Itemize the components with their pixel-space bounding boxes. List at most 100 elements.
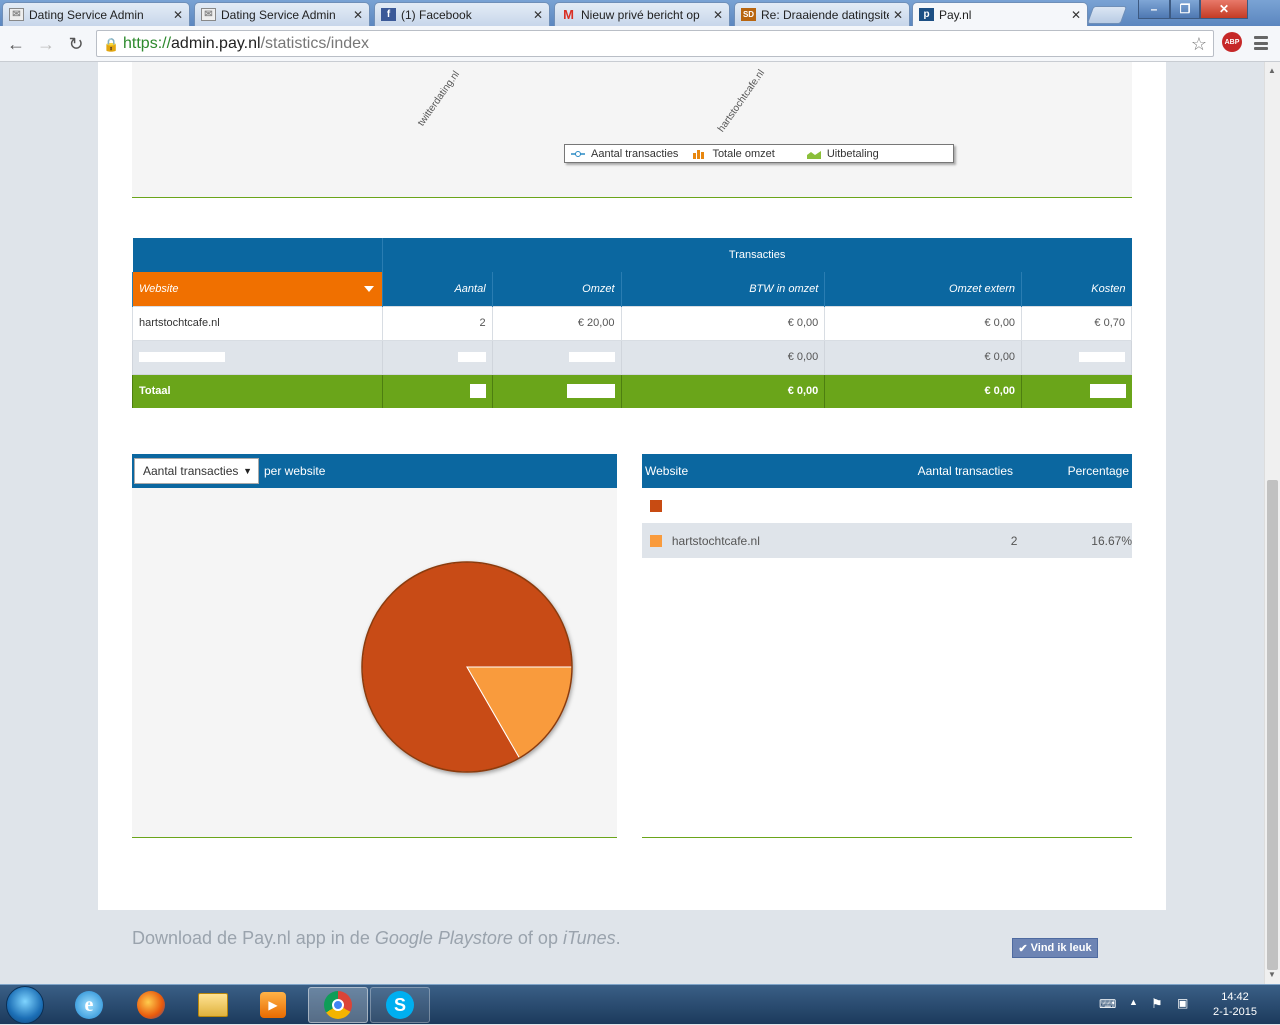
browser-toolbar: ← → ↻ 🔒 https:// admin.pay.nl /statistic… [0,26,1280,62]
column-header-omzet-extern[interactable]: Omzet extern [824,272,1022,306]
totaal-btw: € 0,00 [620,374,825,408]
adblock-plus-icon[interactable]: ABP [1222,32,1242,52]
column-header-omzet[interactable]: Omzet [491,272,622,306]
table-corner [132,238,383,272]
close-icon[interactable]: ✕ [533,8,543,22]
taskbar-internet-explorer[interactable]: e [62,987,116,1023]
taskbar-explorer[interactable] [186,987,240,1023]
tab-title: (1) Facebook [401,7,472,22]
tab-facebook[interactable]: f (1) Facebook ✕ [374,2,550,26]
close-icon[interactable]: ✕ [893,8,903,22]
tab-title: Nieuw privé bericht op [581,7,700,22]
header-percentage: Percentage [1067,464,1129,478]
site-breakdown-header: Website Aantal transacties Percentage [642,454,1132,488]
taskbar-media-player[interactable]: ▶ [246,987,300,1023]
facebook-like-button[interactable]: ✔ Vind ik leuk [1012,938,1098,958]
keyboard-icon[interactable]: ⌨ [1099,997,1116,1011]
tab-title: Dating Service Admin [221,7,336,22]
app-download-text: Download de Pay.nl app in de Google Play… [132,928,621,949]
new-tab-button[interactable] [1086,6,1128,24]
start-button[interactable] [6,986,44,1024]
column-header-kosten[interactable]: Kosten [1021,272,1132,306]
reload-button[interactable]: ↻ [64,32,88,56]
website-header-label: Website [139,282,179,295]
chart-legend: Aantal transacties Totale omzet Uitbetal… [564,144,954,163]
header-aantal-transacties: Aantal transacties [917,464,1013,478]
paynl-icon: p [919,8,934,21]
list-item: hartstochtcafe.nl 2 16.67% [642,523,1132,558]
url-host: admin.pay.nl [171,34,261,52]
cell-btw: € 0,00 [620,339,826,375]
column-header-aantal[interactable]: Aantal [381,272,493,306]
cell-site: hartstochtcafe.nl [132,305,383,341]
close-icon[interactable]: ✕ [713,8,723,22]
cell-omzet-redacted [491,339,622,375]
forward-button[interactable]: → [34,32,58,56]
tray-expand-icon[interactable]: ▲ [1129,997,1138,1007]
page-scrollbar[interactable]: ▲ ▼ [1264,62,1280,984]
footer-text: of op [512,928,563,948]
restore-button[interactable]: ❐ [1170,0,1200,19]
table-row: € 0,00 € 0,00 [132,339,1132,375]
column-header-btw[interactable]: BTW in omzet [620,272,825,306]
tab-dating-service-admin-1[interactable]: ✉ Dating Service Admin ✕ [2,2,190,26]
bookmark-star-icon[interactable]: ☆ [1191,34,1207,55]
cell-kosten-redacted [1021,339,1132,375]
lock-icon: 🔒 [103,36,120,52]
totaal-label: Totaal [132,374,383,408]
url-scheme: https:// [123,34,172,52]
close-icon[interactable]: ✕ [353,8,363,22]
network-icon[interactable]: ▣ [1177,996,1188,1010]
page-viewport: twitterdating.nl hartstochtcafe.nl Aanta… [0,62,1264,984]
action-center-flag-icon[interactable]: ⚑ [1151,996,1163,1012]
back-button[interactable]: ← [4,32,28,56]
close-icon[interactable]: ✕ [173,8,183,22]
legend-item-aantal-transacties[interactable]: Aantal transacties [571,148,678,160]
totaal-aantal-redacted [381,374,493,408]
cell-site-redacted [132,339,383,375]
clock-time: 14:42 [1221,991,1249,1003]
footer-text: . [615,928,621,948]
scroll-down-icon[interactable]: ▼ [1268,970,1276,979]
pie-chart-panel: Aantal transacties ▼ per website [132,454,617,838]
playstore-link[interactable]: Google Playstore [375,928,513,948]
tab-title: Dating Service Admin [29,7,144,22]
line-marker-icon [571,150,585,157]
tab-gmail[interactable]: M Nieuw privé bericht op ✕ [554,2,730,26]
browser-tab-strip: ✉ Dating Service Admin ✕ ✉ Dating Servic… [0,0,1280,26]
legend-item-totale-omzet[interactable]: Totale omzet [692,148,775,160]
close-icon[interactable]: ✕ [1071,8,1081,22]
header-website: Website [645,464,689,478]
arrow-left-icon: ← [7,33,25,54]
taskbar-firefox[interactable] [124,987,178,1023]
legend-label: Uitbetaling [826,147,879,160]
tab-title: Pay.nl [939,7,972,22]
site-count: 2 [1010,533,1018,548]
windows-taskbar: e ▶ S ⌨ ▲ ⚑ ▣ 14:42 2-1-2015 [0,984,1280,1024]
folder-icon [198,993,228,1017]
taskbar-clock[interactable]: 14:42 2-1-2015 [1205,990,1265,1020]
cell-aantal: 2 [381,305,493,341]
legend-swatch [650,499,662,512]
itunes-link[interactable]: iTunes [563,928,616,948]
taskbar-skype[interactable]: S [370,987,430,1023]
legend-item-uitbetaling[interactable]: Uitbetaling [806,147,879,160]
table-row: hartstochtcafe.nl 2 € 20,00 € 0,00 € 0,0… [132,305,1132,341]
scroll-up-icon[interactable]: ▲ [1268,66,1276,75]
scrollbar-thumb[interactable] [1267,480,1278,970]
tab-dating-service-admin-2[interactable]: ✉ Dating Service Admin ✕ [194,2,370,26]
window-close-button[interactable]: ✕ [1200,0,1248,19]
taskbar-chrome[interactable] [308,987,368,1023]
legend-label: Aantal transacties [591,147,679,160]
site-breakdown-panel: Website Aantal transacties Percentage ha… [642,454,1132,838]
mail-icon: ✉ [9,8,24,21]
tab-paynl[interactable]: p Pay.nl ✕ [912,2,1088,26]
browser-menu-icon[interactable] [1254,36,1268,50]
minimize-button[interactable]: – [1138,0,1170,19]
media-player-icon: ▶ [260,992,286,1018]
gmail-icon: M [563,7,574,22]
address-bar[interactable]: 🔒 https:// admin.pay.nl /statistics/inde… [96,30,1214,57]
tab-forum[interactable]: SD Re: Draaiende datingsite ✕ [734,2,910,26]
website-column-header[interactable]: Website [132,272,383,306]
system-tray: ⌨ ▲ ⚑ ▣ 14:42 2-1-2015 [1095,985,1280,1025]
